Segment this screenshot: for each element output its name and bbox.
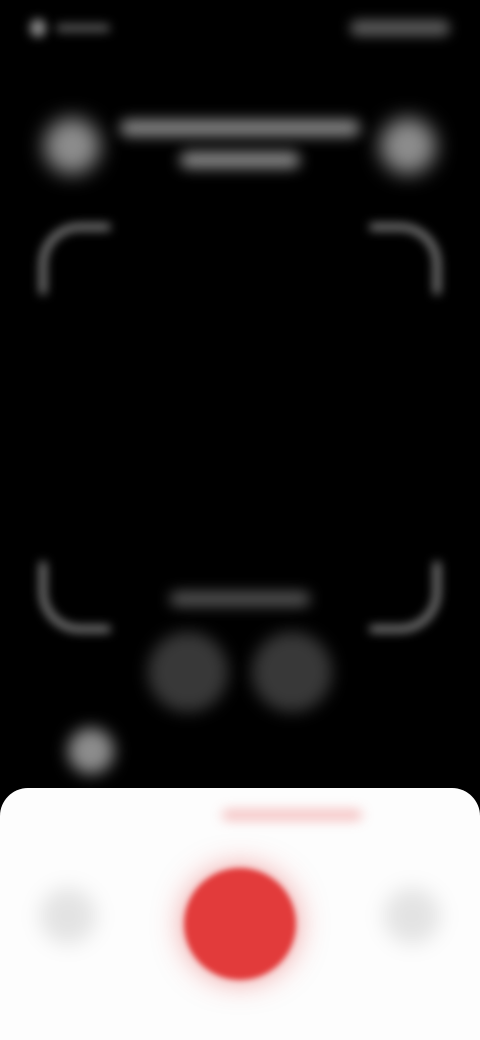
- status-left-text: [56, 24, 110, 32]
- mode-left-button[interactable]: [148, 632, 228, 712]
- status-indicator-icon: [30, 19, 47, 37]
- left-action-button[interactable]: [40, 888, 96, 944]
- title-block: [110, 112, 370, 168]
- header: [0, 100, 480, 200]
- gallery-thumbnail-icon[interactable]: [68, 728, 114, 774]
- mode-right-button[interactable]: [252, 632, 332, 712]
- page-title: [120, 120, 360, 136]
- hint-text: [170, 592, 310, 606]
- sheet-hint: [222, 810, 362, 820]
- system-status-icons: [350, 20, 450, 36]
- status-bar: [0, 0, 480, 60]
- record-button[interactable]: [184, 868, 296, 980]
- bottom-sheet: [0, 788, 480, 1040]
- page-subtitle: [180, 152, 300, 168]
- status-left: [30, 18, 110, 38]
- close-button[interactable]: [44, 118, 100, 174]
- settings-button[interactable]: [380, 118, 436, 174]
- right-action-button[interactable]: [384, 888, 440, 944]
